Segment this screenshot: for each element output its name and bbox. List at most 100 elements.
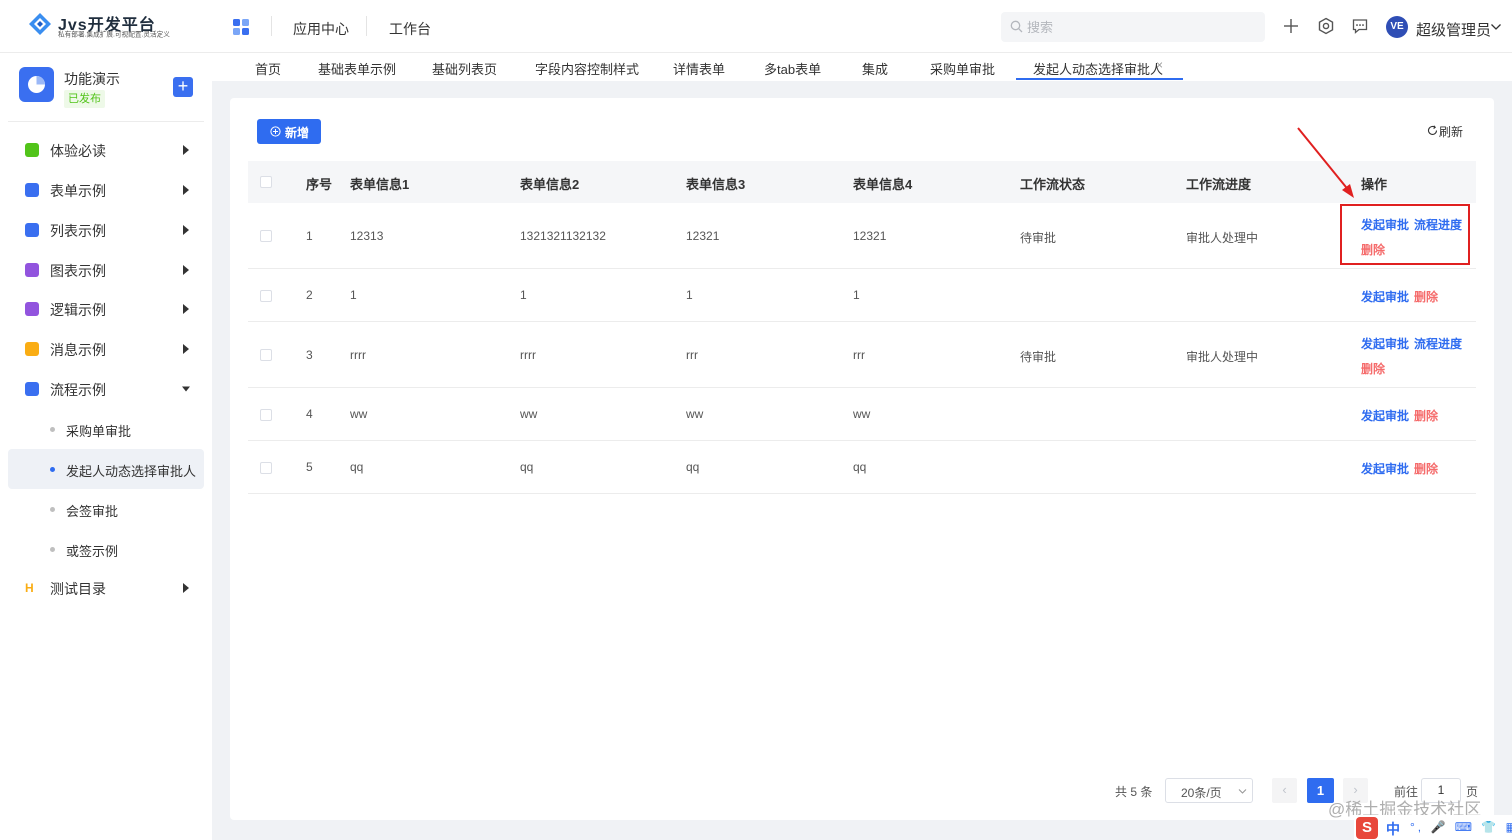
sidebar-item-experience[interactable]: 体验必读 <box>8 130 204 170</box>
sidebar-subitem-or-sign[interactable]: 或签示例 <box>8 529 204 569</box>
chart-icon <box>25 263 39 277</box>
search-input[interactable] <box>1027 17 1257 37</box>
cell-info3: ww <box>686 407 704 421</box>
gear-icon[interactable] <box>1317 17 1335 35</box>
column-header: 序号 <box>306 177 333 192</box>
content-panel: 新增 刷新 序号 表单信息1 表单信息2 表单信息3 表单信息4 工作流状态 工… <box>230 98 1494 820</box>
bullet-dot <box>50 467 55 472</box>
chevron-down-icon <box>1238 789 1247 794</box>
cell-info2: rrrr <box>520 348 536 362</box>
cell-info1: rrrr <box>350 348 366 362</box>
sidebar: 功能演示 已发布 + 体验必读 表单示例 列表示例 图表示例 逻辑示例 消息示例… <box>0 53 212 840</box>
delete-link[interactable]: 删除 <box>1414 288 1438 305</box>
avatar[interactable]: VE <box>1386 16 1408 38</box>
add-app-button[interactable]: + <box>173 77 193 97</box>
start-approval-link[interactable]: 发起审批 <box>1361 288 1409 305</box>
column-header: 表单信息3 <box>686 177 746 192</box>
sidebar-item-logic[interactable]: 逻辑示例 <box>8 289 204 329</box>
cell-info4: 12321 <box>853 229 887 243</box>
tab-multi-tab-form[interactable]: 多tab表单 <box>764 59 821 78</box>
search-box[interactable] <box>1001 12 1265 42</box>
tab-integration[interactable]: 集成 <box>862 59 888 78</box>
sidebar-subitem-purchase-approval[interactable]: 采购单审批 <box>8 409 204 449</box>
delete-link[interactable]: 删除 <box>1414 460 1438 477</box>
workflow-progress-link[interactable]: 流程进度 <box>1414 335 1462 352</box>
sidebar-item-workflow[interactable]: 流程示例 <box>8 369 204 409</box>
sidebar-subitem-countersign[interactable]: 会签审批 <box>8 489 204 529</box>
ime-tool-icons[interactable]: °, 🎤 ⌨ 👕 ▦ <box>1410 820 1512 834</box>
logic-icon <box>25 302 39 316</box>
page-size-select[interactable]: 20条/页 <box>1165 778 1253 803</box>
row-checkbox[interactable] <box>260 349 272 361</box>
sidebar-item-form[interactable]: 表单示例 <box>8 170 204 210</box>
logo[interactable]: Jvs开发平台 私有部署.集成扩展.可视配置.灵活定义 <box>28 10 188 42</box>
cell-status: 待审批 <box>1020 350 1057 364</box>
sidebar-subitem-label: 会签审批 <box>66 504 119 519</box>
ime-mode[interactable]: 中 <box>1386 819 1400 839</box>
sidebar-item-message[interactable]: 消息示例 <box>8 329 204 369</box>
caret-right-icon <box>183 185 189 195</box>
sidebar-item-label: 表单示例 <box>50 183 106 199</box>
nav-workbench[interactable]: 工作台 <box>389 19 431 39</box>
table-row: 1 12313 1321321132132 12321 12321 待审批 审批… <box>248 203 1476 269</box>
cell-info2: 1 <box>520 288 527 302</box>
row-checkbox[interactable] <box>260 409 272 421</box>
tab-detail-form[interactable]: 详情表单 <box>673 59 725 78</box>
add-button[interactable]: 新增 <box>257 119 321 144</box>
sidebar-item-label: 消息示例 <box>50 342 106 358</box>
cell-progress: 审批人处理中 <box>1186 350 1259 364</box>
tab-basic-form[interactable]: 基础表单示例 <box>318 59 396 78</box>
cell-index: 2 <box>306 288 313 302</box>
close-icon[interactable]: × <box>1156 58 1163 72</box>
list-icon <box>25 223 39 237</box>
pagination-total: 共 5 条 <box>1115 785 1153 799</box>
search-icon <box>1010 20 1023 33</box>
tab-basic-list[interactable]: 基础列表页 <box>432 59 497 78</box>
table-row: 3 rrrr rrrr rrr rrr 待审批 审批人处理中 发起审批 流程进度… <box>248 322 1476 388</box>
row-checkbox[interactable] <box>260 290 272 302</box>
row-checkbox[interactable] <box>260 462 272 474</box>
user-name[interactable]: 超级管理员 <box>1416 19 1491 40</box>
app-grid-icon[interactable] <box>232 18 250 36</box>
tab-field-style[interactable]: 字段内容控制样式 <box>535 59 639 78</box>
sidebar-item-chart[interactable]: 图表示例 <box>8 250 204 290</box>
message-icon[interactable] <box>1351 17 1369 35</box>
select-all-checkbox[interactable] <box>260 176 272 188</box>
column-header: 操作 <box>1361 177 1388 192</box>
prev-page-button[interactable]: ‹ <box>1272 778 1297 803</box>
tab-home[interactable]: 首页 <box>255 59 281 78</box>
message-icon <box>25 342 39 356</box>
tab-bar: 首页 基础表单示例 基础列表页 字段内容控制样式 详情表单 多tab表单 集成 … <box>212 53 1512 81</box>
delete-link[interactable]: 删除 <box>1361 360 1385 377</box>
start-approval-link[interactable]: 发起审批 <box>1361 335 1409 352</box>
app-card: 功能演示 已发布 + <box>19 65 209 115</box>
column-header: 工作流进度 <box>1186 177 1252 192</box>
sidebar-item-list[interactable]: 列表示例 <box>8 210 204 250</box>
sidebar-item-label: 逻辑示例 <box>50 302 106 318</box>
plus-circle-icon <box>270 126 281 137</box>
header-divider <box>366 16 367 36</box>
cell-info3: rrr <box>686 348 698 362</box>
start-approval-link[interactable]: 发起审批 <box>1361 460 1409 477</box>
sidebar-item-test-dir[interactable]: H 测试目录 <box>8 568 204 608</box>
folder-icon: H <box>25 581 34 595</box>
tab-dynamic-approver[interactable]: 发起人动态选择审批人 <box>1033 59 1163 78</box>
sidebar-subitem-dynamic-approver[interactable]: 发起人动态选择审批人 <box>8 449 204 489</box>
nav-app-center[interactable]: 应用中心 <box>293 19 349 39</box>
table-row: 4 ww ww ww ww 发起审批 删除 <box>248 388 1476 441</box>
status-badge: 已发布 <box>64 90 105 108</box>
cell-status: 待审批 <box>1020 231 1057 245</box>
top-header: Jvs开发平台 私有部署.集成扩展.可视配置.灵活定义 应用中心 工作台 VE … <box>0 0 1512 53</box>
chevron-down-icon[interactable] <box>1490 22 1502 32</box>
cell-info4: 1 <box>853 288 860 302</box>
ime-logo-icon[interactable]: S <box>1356 817 1378 839</box>
plus-icon[interactable] <box>1282 17 1300 35</box>
table-row: 5 qq qq qq qq 发起审批 删除 <box>248 441 1476 494</box>
row-checkbox[interactable] <box>260 230 272 242</box>
tab-purchase-approval[interactable]: 采购单审批 <box>930 59 995 78</box>
delete-link[interactable]: 删除 <box>1414 407 1438 424</box>
cell-index: 1 <box>306 229 313 243</box>
sidebar-subitem-label: 发起人动态选择审批人 <box>66 464 197 479</box>
caret-right-icon <box>183 583 189 593</box>
start-approval-link[interactable]: 发起审批 <box>1361 407 1409 424</box>
